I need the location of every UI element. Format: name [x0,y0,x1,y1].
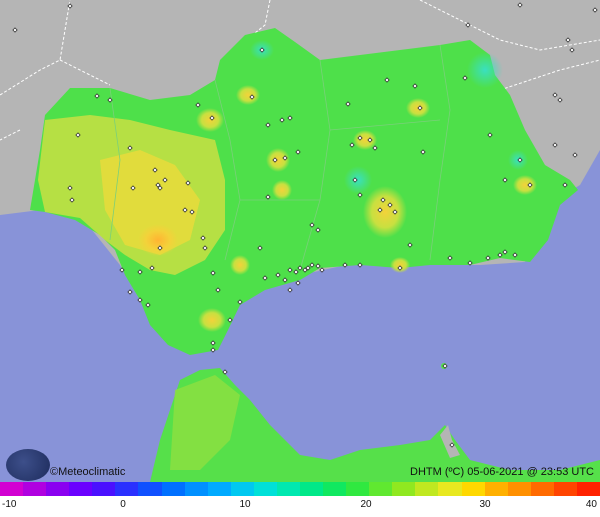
cool-spot [467,52,503,88]
scale-swatch [276,482,301,496]
scale-swatch [346,482,370,496]
variable-label: DHTM (ºC) [410,466,465,478]
hot-spot [230,255,250,275]
cool-spot [344,166,372,194]
hot-spot [266,148,290,172]
scale-swatch [23,482,47,496]
scale-swatch [207,482,231,496]
scale-swatch [507,482,531,496]
scale-swatch [115,482,139,496]
scale-swatch [69,482,93,496]
scale-swatch [92,482,116,496]
temperature-map: ©Meteoclimatic DHTM (ºC) 05-06-2021 @ 23… [0,0,600,517]
scale-tick-label: 10 [239,499,251,510]
scale-tick-label: 30 [479,499,491,510]
scale-tick-label: 20 [360,499,372,510]
scale-swatch [576,482,600,496]
color-scale-ticks: -10 0 10 20 30 40 [0,497,600,517]
scale-swatch [484,482,508,496]
scale-tick-label: 0 [120,499,126,510]
hot-spot [363,186,407,238]
hot-spot [236,85,260,105]
scale-tick-label: 40 [585,499,597,510]
hot-spot [272,180,292,200]
scale-swatch [323,482,347,496]
scale-swatch [161,482,185,496]
meteoclimatic-logo-icon [6,449,50,481]
scale-swatch [369,482,393,496]
map-timestamp: DHTM (ºC) 05-06-2021 @ 23:53 UTC [410,466,594,478]
scale-swatch [461,482,485,496]
scale-swatch [253,482,277,496]
scale-swatch [138,482,162,496]
hot-spot [196,108,224,132]
brand-name: ©Meteoclimatic [50,466,126,478]
scale-swatch [392,482,416,496]
scale-swatch [46,482,70,496]
date-label: 05-06-2021 [467,466,524,478]
scale-swatch [553,482,577,496]
scale-swatch [230,482,254,496]
scale-swatch [438,482,462,496]
hot-spot [198,308,226,332]
scale-swatch [415,482,439,496]
scale-tick-label: -10 [2,499,17,510]
map-canvas [0,0,600,482]
hot-spot [138,224,178,256]
scale-swatch [0,482,24,496]
scale-swatch [300,482,324,496]
hot-spot [513,175,537,195]
time-label: 23:53 UTC [540,466,594,478]
color-scale-bar [0,482,600,496]
scale-swatch [184,482,208,496]
scale-swatch [530,482,554,496]
